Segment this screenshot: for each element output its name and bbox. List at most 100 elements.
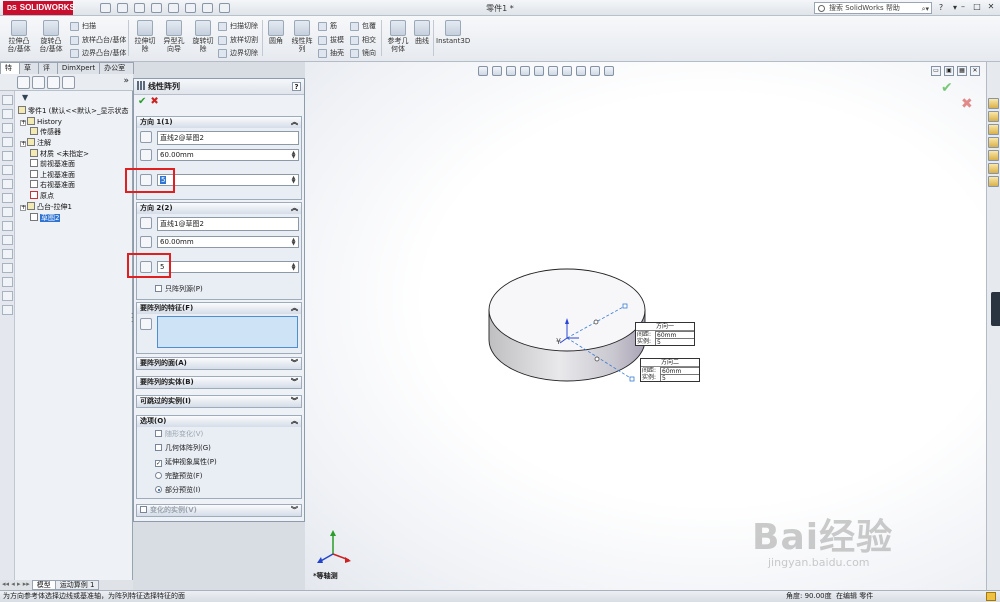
previous-view-icon[interactable] bbox=[506, 66, 516, 76]
vary-sketch-checkbox[interactable]: 随形变化(V) bbox=[155, 430, 203, 439]
tool-icon[interactable] bbox=[1, 235, 13, 245]
tab-sketch[interactable]: 草图 bbox=[18, 62, 39, 83]
open-icon[interactable] bbox=[117, 3, 128, 13]
viewport-split-icon[interactable]: ▦ bbox=[957, 66, 967, 76]
close-icon[interactable]: ✕ bbox=[984, 1, 998, 14]
tool-icon[interactable] bbox=[1, 207, 13, 217]
extrude-boss-button[interactable]: 拉伸凸 台/基体 bbox=[4, 20, 34, 53]
instances-to-skip-header[interactable]: 可跳过的实例(I) ︾ bbox=[137, 396, 301, 407]
revolve-cut-button[interactable]: 旋转切 除 bbox=[189, 20, 217, 53]
checkbox-checked[interactable]: ✓ bbox=[155, 460, 162, 467]
tree-root[interactable]: 零件1 (默认<<默认>_显示状态 bbox=[18, 106, 129, 116]
reverse-direction-icon[interactable] bbox=[140, 131, 152, 143]
direction1-header[interactable]: 方向 1(1) ︽ bbox=[137, 117, 301, 128]
radio[interactable] bbox=[155, 472, 162, 479]
options-header[interactable]: 选项(O) ︽ bbox=[137, 416, 301, 427]
tool-icon[interactable] bbox=[1, 95, 13, 105]
dir1-instances-input[interactable]: 5 ▲ ▼ bbox=[157, 174, 299, 186]
help-search-input[interactable]: 搜索 SolidWorks 帮助 ⌕▾ bbox=[814, 2, 932, 14]
tool-icon[interactable] bbox=[1, 165, 13, 175]
spinner-icon[interactable]: ▲ ▼ bbox=[290, 151, 297, 160]
tree-item-material[interactable]: 材质 <未指定> bbox=[30, 149, 89, 159]
spinner-icon[interactable]: ▲ ▼ bbox=[290, 263, 297, 272]
cancel-button[interactable]: ✖ bbox=[150, 96, 158, 107]
tool-icon[interactable] bbox=[1, 137, 13, 147]
design-library-icon[interactable] bbox=[988, 111, 999, 122]
radio-selected[interactable] bbox=[155, 486, 162, 493]
tool-icon[interactable] bbox=[1, 305, 13, 315]
tool-icon[interactable] bbox=[1, 291, 13, 301]
spinner-icon[interactable]: ▲ ▼ bbox=[290, 176, 297, 185]
custom-properties-icon[interactable] bbox=[988, 176, 999, 187]
tab-evaluate[interactable]: 评估 bbox=[37, 62, 58, 83]
resources-icon[interactable] bbox=[988, 98, 999, 109]
section-view-icon[interactable] bbox=[520, 66, 530, 76]
view-settings-icon[interactable] bbox=[604, 66, 614, 76]
units-icon[interactable] bbox=[986, 592, 996, 601]
features-selection-box[interactable] bbox=[157, 316, 298, 348]
expand-icon[interactable]: ︾ bbox=[291, 377, 298, 388]
collapse-icon[interactable]: ︽ bbox=[291, 303, 298, 314]
configuration-manager-icon[interactable] bbox=[47, 76, 60, 89]
tree-item-front-plane[interactable]: 前视基准面 bbox=[30, 159, 75, 169]
tool-icon[interactable] bbox=[1, 123, 13, 133]
dir2-spacing-input[interactable]: 60.00mm ▲ ▼ bbox=[157, 236, 299, 248]
faces-to-pattern-header[interactable]: 要阵列的面(A) ︾ bbox=[137, 358, 301, 369]
dir2-edge-field[interactable]: 直线1@草图2 bbox=[157, 217, 299, 231]
expand-icon[interactable]: ︾ bbox=[291, 505, 298, 516]
viewport-tile-icon[interactable]: ▣ bbox=[944, 66, 954, 76]
solidworks-logo[interactable]: DS SOLIDWORKS bbox=[3, 1, 75, 15]
extrude-cut-button[interactable]: 拉伸切 除 bbox=[131, 20, 159, 53]
zoom-to-area-icon[interactable] bbox=[492, 66, 502, 76]
confirm-ok-icon[interactable]: ✔ bbox=[941, 80, 953, 96]
reverse-direction-icon[interactable] bbox=[140, 217, 152, 229]
property-manager-icon[interactable] bbox=[32, 76, 45, 89]
shell-button[interactable]: 抽壳 bbox=[318, 48, 344, 58]
tool-icon[interactable] bbox=[1, 277, 13, 287]
feature-manager-icon[interactable] bbox=[17, 76, 30, 89]
bodies-to-pattern-header[interactable]: 要阵列的实体(B) ︾ bbox=[137, 377, 301, 388]
tree-item-annotations[interactable]: + 注解 bbox=[20, 138, 51, 148]
tab-model[interactable]: 模型 bbox=[31, 580, 56, 590]
help-icon[interactable]: ? bbox=[292, 82, 301, 91]
geometry-pattern-checkbox[interactable]: 几何体阵列(G) bbox=[155, 444, 211, 453]
direction2-callout[interactable]: 方向二 间距: 60mm 实例: 5 bbox=[640, 358, 700, 382]
viewport-restore-icon[interactable]: ▭ bbox=[931, 66, 941, 76]
expand-icon[interactable]: + bbox=[20, 141, 26, 147]
direction1-callout[interactable]: 方向一 间距: 60mm 实例: 5 bbox=[635, 322, 695, 346]
boundary-cut-button[interactable]: 边界切除 bbox=[218, 48, 258, 58]
tree-item-top-plane[interactable]: 上视基准面 bbox=[30, 170, 75, 180]
edit-appearance-icon[interactable] bbox=[576, 66, 586, 76]
full-preview-radio[interactable]: 完整预览(F) bbox=[155, 472, 203, 481]
tool-icon[interactable] bbox=[1, 221, 13, 231]
tool-icon[interactable] bbox=[1, 193, 13, 203]
apply-scene-icon[interactable] bbox=[590, 66, 600, 76]
display-manager-icon[interactable] bbox=[62, 76, 75, 89]
filter-icon[interactable]: ▼ bbox=[22, 93, 31, 102]
tool-icon[interactable] bbox=[1, 249, 13, 259]
checkbox[interactable] bbox=[155, 430, 162, 437]
sweep-button[interactable]: 扫描 bbox=[70, 21, 96, 31]
lofted-cut-button[interactable]: 放样切割 bbox=[218, 35, 258, 45]
tab-motion-study[interactable]: 运动算例 1 bbox=[54, 580, 100, 590]
tree-item-history[interactable]: + History bbox=[20, 117, 62, 127]
instant3d-button[interactable]: Instant3D bbox=[436, 20, 470, 45]
checkbox[interactable] bbox=[140, 506, 147, 513]
checkbox[interactable] bbox=[155, 444, 162, 451]
tab-features[interactable]: 特征 bbox=[0, 62, 20, 83]
loft-boss-button[interactable]: 放样凸台/基体 bbox=[70, 35, 126, 45]
fillet-button[interactable]: 圆角 bbox=[264, 20, 288, 45]
tool-icon[interactable] bbox=[1, 263, 13, 273]
dir1-edge-field[interactable]: 直线2@草图2 bbox=[157, 131, 299, 145]
rebuild-icon[interactable] bbox=[202, 3, 213, 13]
minimize-icon[interactable]: – bbox=[956, 1, 970, 14]
varying-instances-header[interactable]: 变化的实例(V) ︾ bbox=[137, 505, 301, 516]
display-style-icon[interactable] bbox=[548, 66, 558, 76]
collapse-icon[interactable]: ︽ bbox=[291, 117, 298, 128]
select-icon[interactable] bbox=[185, 3, 196, 13]
new-icon[interactable] bbox=[100, 3, 111, 13]
file-explorer-icon[interactable] bbox=[988, 124, 999, 135]
intersect-button[interactable]: 相交 bbox=[350, 35, 376, 45]
boundary-boss-button[interactable]: 边界凸台/基体 bbox=[70, 48, 126, 58]
view-palette-icon[interactable] bbox=[988, 150, 999, 161]
